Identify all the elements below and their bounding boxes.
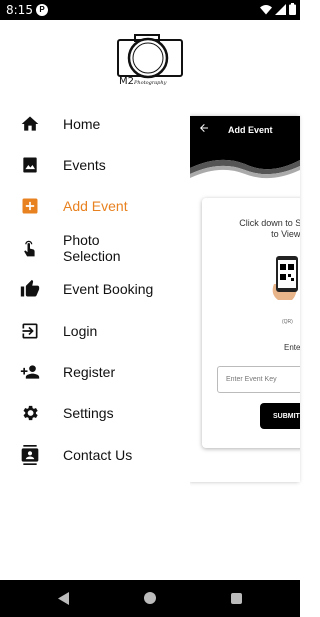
drawer-menu: Home Events Add Event Photo Selection Ev… — [0, 103, 190, 476]
person-add-icon — [20, 365, 40, 379]
nav-home-icon[interactable] — [144, 592, 156, 604]
menu-label: Photo Selection — [63, 231, 121, 264]
status-time: 8:15 — [6, 3, 33, 17]
menu-label: Register — [63, 364, 116, 381]
logo-wordmark: M2 — [119, 76, 134, 87]
event-card: Click down to Sca to View E (QR) Enter E… — [202, 198, 300, 448]
instruction-line-1: Click down to Sca — [239, 218, 300, 228]
menu-item-event-booking[interactable]: Event Booking — [0, 269, 190, 310]
add-event-screen: Add Event Click down to Sca to View E (Q… — [190, 116, 300, 482]
app-bar: Add Event — [190, 116, 300, 146]
menu-item-add-event[interactable]: Add Event — [0, 186, 190, 227]
home-icon — [21, 116, 39, 131]
menu-label: Contact Us — [63, 446, 133, 463]
event-key-input[interactable]: Enter Event Key — [217, 366, 300, 393]
wifi-icon — [260, 4, 272, 14]
system-nav-bar — [0, 580, 300, 617]
qr-caption: (QR) — [282, 319, 293, 325]
image-icon — [23, 157, 37, 173]
header-wave — [190, 146, 300, 179]
menu-label: Events — [63, 157, 106, 174]
screen-title: Add Event — [228, 125, 273, 135]
touch-icon — [24, 240, 35, 257]
menu-label: Home — [63, 115, 101, 132]
menu-label: Settings — [63, 405, 114, 422]
back-arrow-icon[interactable] — [198, 122, 210, 137]
menu-item-settings[interactable]: Settings — [0, 393, 190, 434]
menu-item-login[interactable]: Login — [0, 310, 190, 351]
enter-event-label: Enter Event — [284, 343, 300, 352]
contacts-icon — [21, 444, 39, 465]
instruction-line-2: to View E — [271, 229, 300, 239]
menu-label: Add Event — [63, 198, 128, 215]
menu-item-contact-us[interactable]: Contact Us — [0, 434, 190, 475]
thumb-up-icon — [20, 280, 40, 297]
status-bar: 8:15 P — [0, 0, 300, 20]
menu-item-events[interactable]: Events — [0, 144, 190, 185]
scan-instruction: Click down to Sca to View E — [220, 218, 300, 240]
nav-back-icon[interactable] — [58, 592, 70, 605]
navigation-drawer: M2 Photography Home Events Add Event Pho… — [0, 20, 190, 580]
notification-badge: P — [36, 4, 48, 16]
qr-scan-icon[interactable] — [270, 254, 300, 302]
menu-item-home[interactable]: Home — [0, 103, 190, 144]
submit-button[interactable]: SUBMIT — [260, 403, 300, 429]
menu-item-photo-selection[interactable]: Photo Selection — [0, 227, 190, 268]
add-box-icon — [22, 198, 38, 214]
menu-item-register[interactable]: Register — [0, 351, 190, 392]
login-icon — [22, 323, 38, 339]
gear-icon — [23, 406, 38, 421]
nav-recents-icon[interactable] — [231, 593, 242, 604]
menu-label: Event Booking — [63, 281, 154, 298]
status-icons — [260, 3, 296, 15]
battery-icon — [289, 3, 296, 15]
logo-subtitle: Photography — [134, 80, 167, 86]
menu-label: Login — [63, 322, 98, 339]
signal-icon — [275, 3, 286, 15]
